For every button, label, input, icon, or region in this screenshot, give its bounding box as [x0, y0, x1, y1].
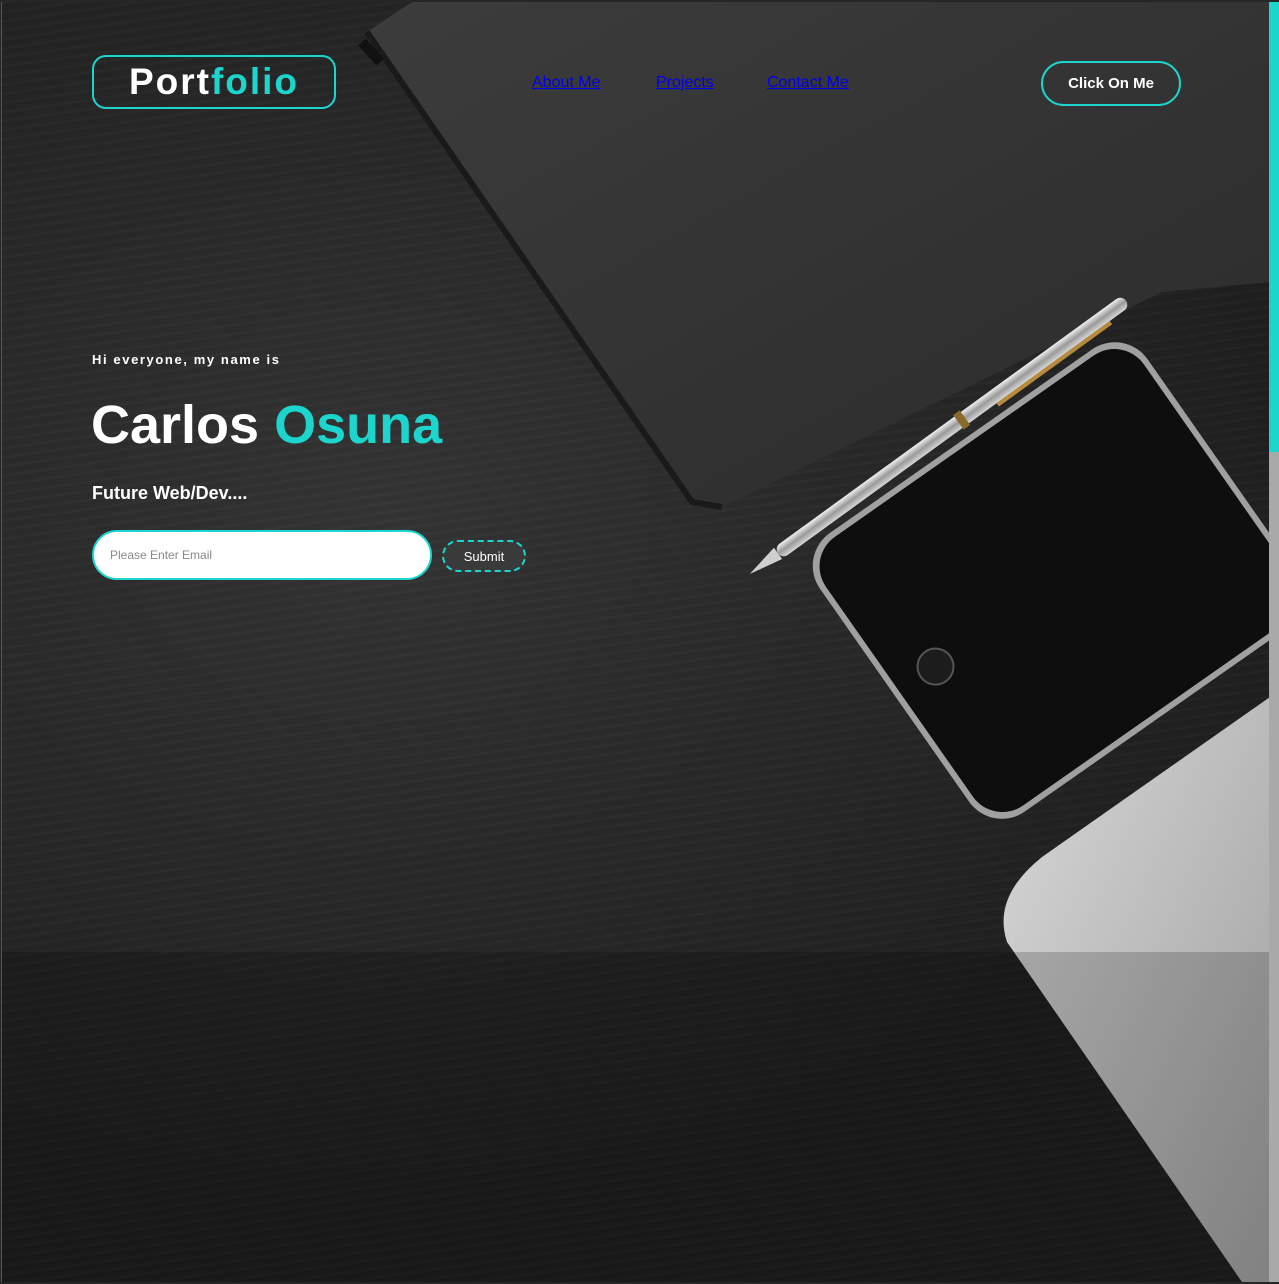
scrollbar-thumb[interactable] [1269, 2, 1279, 452]
submit-button[interactable]: Submit [442, 540, 526, 572]
hero-section: Port folio About Me Projects Contact Me C… [1, 2, 1270, 1282]
hero-name: Carlos Osuna [91, 394, 442, 456]
nav-link-contact-me[interactable]: Contact Me [767, 74, 849, 92]
greeting-text: Hi everyone, my name is [92, 352, 281, 367]
desk-scene-illustration [2, 2, 1270, 1282]
nav-link-projects[interactable]: Projects [656, 74, 714, 92]
email-input[interactable] [92, 530, 432, 580]
hero-subtitle: Future Web/Dev.... [92, 483, 248, 503]
scrollbar[interactable] [1269, 2, 1279, 1282]
portfolio-logo[interactable]: Port folio [92, 55, 336, 109]
click-on-me-button[interactable]: Click On Me [1041, 61, 1181, 106]
first-name: Carlos [91, 395, 260, 455]
phone-shape [812, 342, 1270, 819]
laptop-shape [1003, 697, 1270, 1282]
last-name: Osuna [274, 395, 443, 455]
logo-text-part2: folio [210, 61, 300, 102]
nav-link-about-me[interactable]: About Me [532, 74, 600, 92]
pen-shape [749, 297, 1128, 574]
logo-text-part1: Port [128, 61, 211, 102]
wood-texture-background [2, 2, 1270, 1282]
